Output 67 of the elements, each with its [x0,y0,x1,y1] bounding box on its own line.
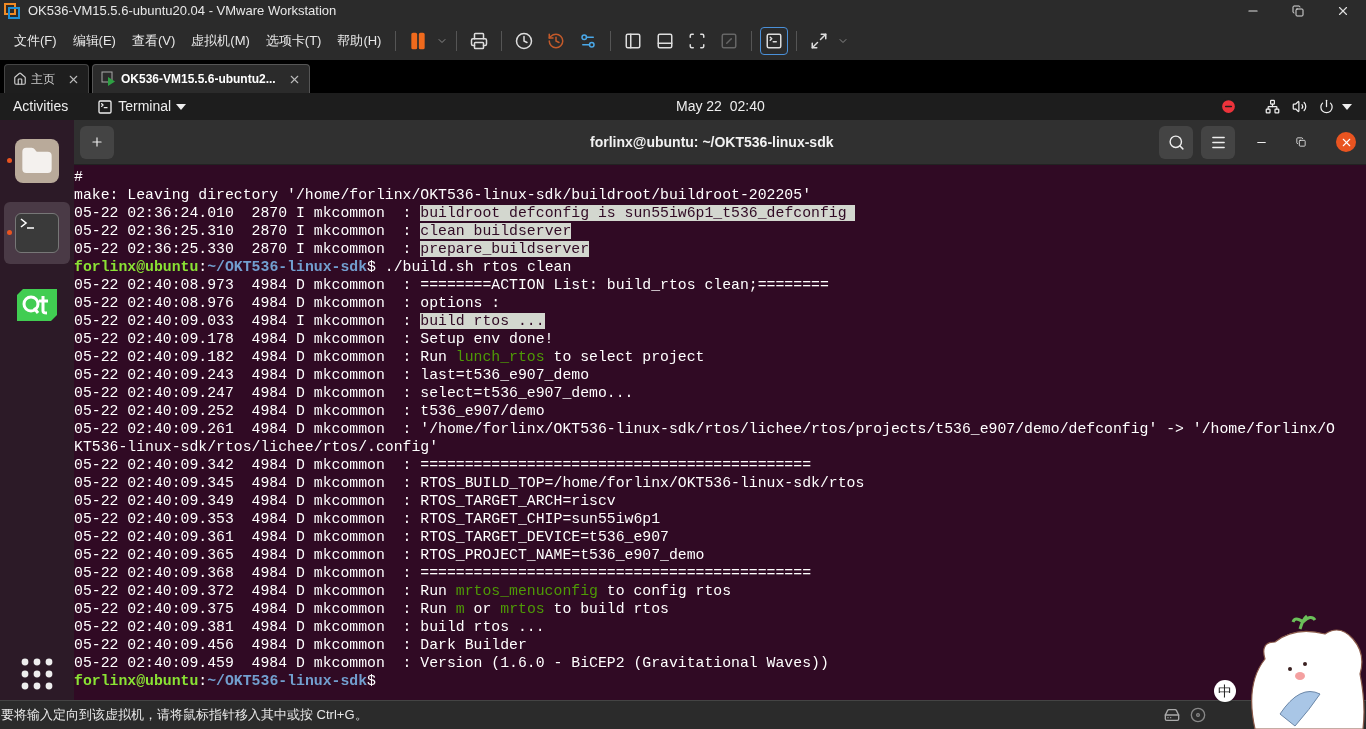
terminal-icon [15,213,59,253]
terminal-line: 05-22 02:40:08.976 4984 D mkcommon : options : [74,294,501,312]
search-icon [1167,133,1185,151]
app-menu[interactable]: Terminal [97,96,187,117]
terminal-line: 05-22 02:40:09.361 4984 D mkcommon : RTOS_TARGET_DEVICE=t536_e907 [74,528,669,546]
plus-icon [90,135,104,149]
terminal-line: 05-22 02:40:09.365 4984 D mkcommon : RTOS_PROJECT_NAME=t536_e907_demo [74,546,705,564]
new-tab-button[interactable] [80,125,114,159]
terminal-line: 05-22 02:40:09.033 4984 I mkcommon : build rtos ... [74,312,545,330]
caret-icon[interactable] [1342,103,1352,110]
terminal-title: forlinx@ubuntu: ~/OKT536-linux-sdk [590,132,834,152]
terminal-line: 05-22 02:40:09.368 4984 D mkcommon : ============================================ [74,564,811,582]
apps-grid-icon[interactable] [21,658,53,690]
menu-item[interactable]: 文件(F) [8,31,63,51]
terminal-line: 05-22 02:40:09.342 4984 D mkcommon : ============================================ [74,456,811,474]
terminal-line: 05-22 02:36:25.310 2870 I mkcommon : clean buildserver [74,222,572,240]
home-icon [13,72,27,86]
terminal-line: 05-22 02:40:08.973 4984 D mkcommon : ========ACTION List: build_rtos clean;======== [74,276,829,294]
vm-play-icon [101,71,117,87]
terminal-line: 05-22 02:36:25.330 2870 I mkcommon : prepare_buildserver [74,240,590,258]
console-icon[interactable] [760,27,789,55]
power-icon[interactable] [1319,99,1334,114]
window-title: OK536-VM15.5.6-ubuntu20.04 - VMware Workstation [28,2,337,21]
search-button[interactable] [1159,125,1193,159]
terminal-line: KT536-linux-sdk/rtos/lichee/rtos/.config' [74,438,439,456]
terminal-line: 05-22 02:40:09.252 4984 D mkcommon : t536_e907/demo [74,402,545,420]
restore-icon[interactable] [1296,137,1306,147]
terminal-line: 05-22 02:40:09.459 4984 D mkcommon : Version (1.6.0 - BiCEP2 (Gravitational Waves)) [74,654,829,672]
terminal-line: 05-22 02:40:09.182 4984 D mkcommon : Run lunch_rtos to select project [74,348,705,366]
terminal-line: 05-22 02:40:09.349 4984 D mkcommon : RTOS_TARGET_ARCH=riscv [74,492,616,510]
restore-icon[interactable] [1292,5,1304,17]
terminal-line: 05-22 02:40:09.353 4984 D mkcommon : RTOS_TARGET_CHIP=sun55iw6p1 [74,510,661,528]
tab[interactable]: 主页 [4,64,89,93]
tab[interactable]: OK536-VM15.5.6-ubuntu2... [92,64,310,93]
terminal-line: 05-22 02:40:09.381 4984 D mkcommon : build rtos ... [74,618,545,636]
disc-icon[interactable] [1190,707,1206,723]
terminal-line: # [74,168,83,186]
menu-item[interactable]: 帮助(H) [331,31,388,51]
terminal-icon [97,98,114,115]
terminal-line: 05-22 02:40:09.178 4984 D mkcommon : Setup env done! [74,330,554,348]
menu-item[interactable]: 查看(V) [125,31,182,51]
terminal-line: 05-22 02:40:09.456 4984 D mkcommon : Dark Builder [74,636,527,654]
menu-item[interactable]: 编辑(E) [66,31,122,51]
close-icon[interactable] [1336,4,1350,18]
terminal-line: forlinx@ubuntu:~/OKT536-linux-sdk$ [74,672,376,690]
app-logo-icon [4,3,20,19]
menu-item[interactable]: 选项卡(T) [259,31,328,51]
clock[interactable]: May 22 02:40 [676,96,765,117]
close-button[interactable] [1336,132,1356,152]
terminal-line: make: Leaving directory '/home/forlinx/OKT536-linux-sdk/buildroot/buildroot-202205' [74,186,811,204]
terminal-line: 05-22 02:40:09.243 4984 D mkcommon : last=t536_e907_demo [74,366,589,384]
terminal-line: 05-22 02:36:24.010 2870 I mkcommon : buildroot defconfig is sun55iw6p1_t536_defconfig [74,204,856,222]
terminal-line: 05-22 02:40:09.261 4984 D mkcommon : '/home/forlinx/OKT536-linux-sdk/rtos/lichee/rtos/projects/t536_e907/demo/defconfig' -> '/home/forlinx/O [74,420,1335,438]
network-icon[interactable] [1265,99,1280,114]
terminal-line: 05-22 02:40:09.247 4984 D mkcommon : select=t536_e907_demo... [74,384,634,402]
terminal-line: forlinx@ubuntu:~/OKT536-linux-sdk$ ./build.sh rtos clean [74,258,572,276]
terminal-line: 05-22 02:40:09.372 4984 D mkcommon : Run mrtos_menuconfig to config rtos [74,582,732,600]
status-message: 要将输入定向到该虚拟机，请将鼠标指针移入其中或按 Ctrl+G。 [0,706,369,725]
volume-icon[interactable] [1292,99,1307,114]
menu-item[interactable]: 虚拟机(M) [185,31,256,51]
terminal-line: 05-22 02:40:09.375 4984 D mkcommon : Run m or mrtos to build rtos [74,600,669,618]
do-not-disturb-icon[interactable] [1220,98,1237,115]
qt-logo-icon [17,289,57,321]
terminal-line: 05-22 02:40:09.345 4984 D mkcommon : RTOS_BUILD_TOP=/home/forlinx/OKT536-linux-sdk/rtos [74,474,865,492]
menu-button[interactable] [1201,125,1235,159]
activities-button[interactable]: Activities [0,96,82,117]
folder-icon [15,139,59,183]
